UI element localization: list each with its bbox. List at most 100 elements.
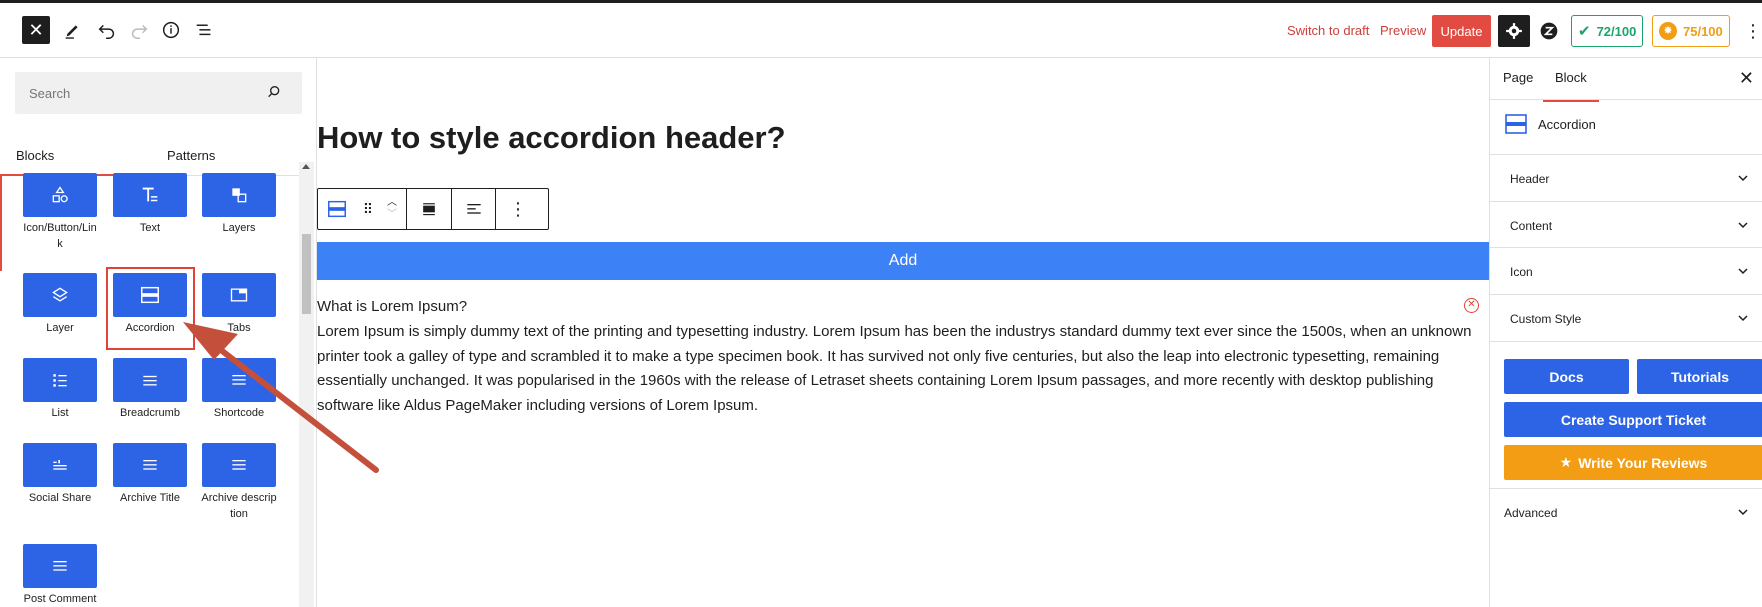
- undo-icon: [98, 24, 115, 39]
- block-toolbar: ⠿ ︿ ﹀ ⋮: [317, 188, 549, 230]
- tab-block[interactable]: Block: [1555, 70, 1587, 85]
- chevron-down-icon: [1738, 222, 1748, 229]
- options-button[interactable]: ⋮: [1744, 19, 1762, 43]
- add-label: Add: [888, 252, 918, 269]
- block-label: Tabs: [227, 322, 251, 334]
- plugin-logo-icon: [1540, 22, 1558, 40]
- block-list[interactable]: List: [21, 358, 99, 421]
- tools-button[interactable]: [62, 19, 84, 41]
- toolbar-group-align: [407, 189, 496, 229]
- chevron-up-icon[interactable]: ︿: [387, 197, 397, 209]
- block-tabs[interactable]: Tabs: [200, 273, 278, 336]
- panel-content[interactable]: Content: [1490, 201, 1762, 248]
- block-icon-button-link[interactable]: Icon/Button/Link: [21, 173, 99, 252]
- docs-label: Docs: [1549, 368, 1584, 385]
- block-breadcrumb[interactable]: Breadcrumb: [111, 358, 189, 421]
- update-button[interactable]: Update: [1432, 15, 1491, 47]
- block-layers[interactable]: Layers: [200, 173, 278, 236]
- search-input[interactable]: Search: [15, 72, 302, 114]
- chevron-down-icon: [1738, 268, 1748, 275]
- tab-patterns[interactable]: Patterns: [153, 136, 306, 176]
- divider: [1490, 341, 1762, 342]
- tab-blocks-label: Blocks: [16, 148, 55, 163]
- shapes-icon: [52, 186, 68, 203]
- tutorials-button[interactable]: Tutorials: [1637, 359, 1762, 394]
- text-icon: [142, 187, 158, 202]
- panel-advanced[interactable]: Advanced: [1490, 488, 1762, 535]
- align-button[interactable]: [407, 189, 451, 229]
- reviews-label: Write Your Reviews: [1578, 454, 1708, 471]
- details-button[interactable]: [160, 19, 182, 41]
- panel-title: Header: [1510, 172, 1550, 186]
- drag-icon: ⠿: [362, 200, 373, 217]
- block-card-title: Accordion: [1538, 116, 1596, 132]
- block-label: Icon/Button/Link: [23, 222, 97, 250]
- annotation-highlight-box: [106, 267, 195, 350]
- block-label: Archive description: [201, 492, 277, 520]
- tab-page[interactable]: Page: [1503, 70, 1533, 85]
- drag-handle[interactable]: ⠿: [356, 189, 378, 229]
- scrollbar[interactable]: [299, 162, 314, 607]
- panel-custom-style[interactable]: Custom Style: [1490, 294, 1762, 341]
- scroll-thumb[interactable]: [302, 234, 311, 314]
- plugin-button[interactable]: [1538, 20, 1560, 42]
- block-label: List: [51, 407, 69, 419]
- accordion-item-title[interactable]: What is Lorem Ipsum?: [317, 298, 467, 315]
- block-text[interactable]: Text: [111, 173, 189, 236]
- search-placeholder: Search: [29, 86, 71, 101]
- readability-logo-icon: ✸: [1659, 22, 1677, 40]
- block-layer[interactable]: Layer: [21, 273, 99, 336]
- switch-to-draft-link[interactable]: Switch to draft: [1287, 23, 1369, 38]
- support-label: Create Support Ticket: [1560, 411, 1707, 428]
- chevron-down-icon: [1738, 175, 1748, 182]
- shortcode-icon: [232, 375, 246, 385]
- layers-icon: [232, 188, 247, 203]
- chevron-down-icon[interactable]: ﹀: [387, 209, 397, 221]
- close-button[interactable]: ✕: [22, 16, 50, 44]
- panel-title: Advanced: [1504, 506, 1558, 520]
- create-support-ticket-button[interactable]: Create Support Ticket: [1504, 402, 1762, 437]
- close-sidebar-icon[interactable]: ✕: [1739, 68, 1754, 89]
- block-label: Layers: [222, 222, 256, 234]
- post-title[interactable]: How to style accordion header?: [317, 120, 786, 156]
- remove-item-icon[interactable]: ✕: [1464, 298, 1479, 313]
- redo-button[interactable]: [128, 19, 150, 41]
- block-post-comment[interactable]: Post Comment: [21, 544, 99, 607]
- align-left-icon: [466, 204, 481, 214]
- toolbar-group-more: ⋮: [496, 189, 540, 229]
- write-reviews-button[interactable]: ★ Write Your Reviews: [1504, 445, 1762, 480]
- divider: [1490, 99, 1762, 100]
- block-archive-description[interactable]: Archive description: [200, 443, 278, 522]
- tab-blocks[interactable]: Blocks: [0, 136, 153, 176]
- block-label: Archive Title: [120, 492, 180, 504]
- accordion-add-button[interactable]: Add: [317, 242, 1489, 280]
- top-toolbar: ✕ Switch to draft Preview Update ✔ 72/10…: [0, 0, 1762, 58]
- editor-canvas: How to style accordion header? ⠿ ︿ ﹀ ⋮ A…: [317, 58, 1489, 607]
- readability-score-badge[interactable]: ✸ 75/100: [1652, 15, 1730, 47]
- text-align-button[interactable]: [451, 189, 495, 229]
- seo-score-badge[interactable]: ✔ 72/100: [1571, 15, 1644, 47]
- block-shortcode[interactable]: Shortcode: [200, 358, 278, 421]
- block-type-button[interactable]: [318, 189, 356, 229]
- more-vertical-icon: ⋮: [1744, 20, 1762, 41]
- panel-title: Custom Style: [1510, 312, 1582, 326]
- block-label: Shortcode: [213, 407, 265, 419]
- star-icon: ★: [1559, 454, 1573, 470]
- move-buttons[interactable]: ︿ ﹀: [378, 189, 406, 229]
- preview-link[interactable]: Preview: [1380, 23, 1426, 38]
- list-view-button[interactable]: [193, 19, 215, 41]
- tutorials-label: Tutorials: [1670, 368, 1730, 385]
- accordion-item-content[interactable]: Lorem Ipsum is simply dummy text of the …: [317, 320, 1482, 418]
- seo-logo-icon: ✔: [1578, 23, 1591, 40]
- undo-button[interactable]: [96, 19, 118, 41]
- panel-header[interactable]: Header: [1490, 154, 1762, 201]
- more-options-button[interactable]: ⋮: [496, 189, 540, 229]
- docs-button[interactable]: Docs: [1504, 359, 1629, 394]
- settings-button[interactable]: [1498, 15, 1530, 47]
- panel-icon[interactable]: Icon: [1490, 247, 1762, 294]
- block-archive-title[interactable]: Archive Title: [111, 443, 189, 506]
- more-vertical-icon: ⋮: [509, 198, 527, 219]
- block-social-share[interactable]: Social Share: [21, 443, 99, 506]
- block-label: Layer: [46, 322, 74, 334]
- align-wide-icon: [423, 203, 435, 216]
